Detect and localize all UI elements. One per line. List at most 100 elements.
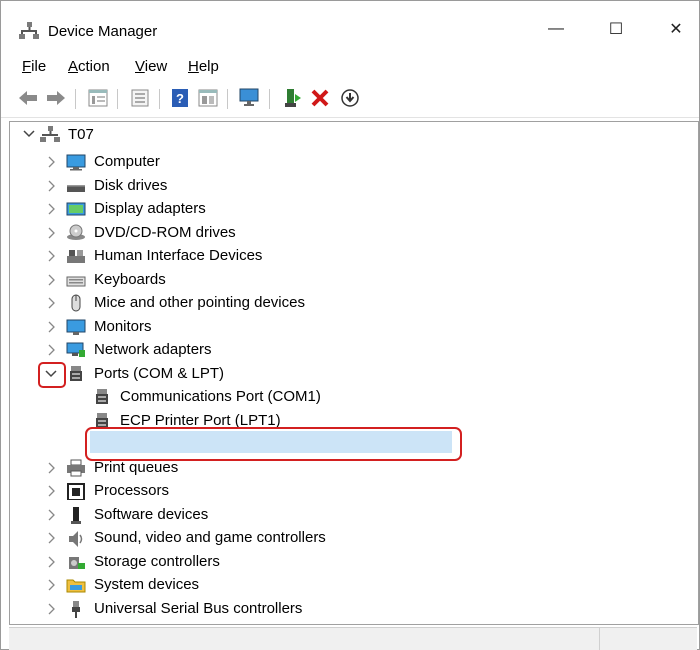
forward-arrow-icon: [47, 91, 65, 105]
scan-hardware-icon: [239, 88, 259, 106]
root-collapse-chevron-icon[interactable]: [22, 127, 36, 141]
tree-category-row[interactable]: Monitors: [10, 315, 690, 338]
tree-category-row[interactable]: Network adapters: [10, 338, 690, 361]
tree-category-row[interactable]: Software devices: [10, 503, 690, 526]
properties-button[interactable]: [129, 87, 151, 109]
mouse-icon: [71, 294, 81, 312]
tree-category-row[interactable]: Disk drives: [10, 174, 690, 197]
tree-category-label[interactable]: Ports (COM & LPT): [94, 365, 224, 382]
status-bar-divider: [599, 628, 600, 650]
tree-category-row[interactable]: System devices: [10, 573, 690, 596]
tree-category-row[interactable]: Storage controllers: [10, 550, 690, 573]
expand-chevron-icon[interactable]: [44, 202, 58, 216]
expand-chevron-icon[interactable]: [44, 461, 58, 475]
tree-category-label[interactable]: Software devices: [94, 506, 208, 523]
computer-icon: [66, 154, 86, 171]
update-driver-button[interactable]: [281, 87, 303, 109]
expand-chevron-icon[interactable]: [44, 179, 58, 193]
tree-device-row[interactable]: Communications Port (COM1): [10, 385, 690, 408]
expand-chevron-icon[interactable]: [44, 226, 58, 240]
toolbar: ?: [1, 85, 699, 115]
tree-category-label[interactable]: Disk drives: [94, 177, 167, 194]
toolbar-separator: [117, 89, 118, 109]
close-button[interactable]: ✕: [653, 11, 699, 47]
system-folder-icon: [66, 579, 86, 593]
port-icon: [96, 389, 108, 404]
tree-category-label[interactable]: Computer: [94, 153, 160, 170]
dvd-drive-icon: [67, 224, 85, 240]
tree-category-row[interactable]: Universal Serial Bus controllers: [10, 597, 690, 620]
toolbar-separator: [269, 89, 270, 109]
title-bar[interactable]: Device Manager — ☐ ✕: [1, 1, 699, 47]
device-manager-window: Device Manager — ☐ ✕ File Action View He…: [0, 0, 700, 650]
expand-chevron-icon[interactable]: [44, 155, 58, 169]
tree-category-row[interactable]: Sound, video and game controllers: [10, 526, 690, 549]
tree-category-label[interactable]: Sound, video and game controllers: [94, 529, 326, 546]
tree-category-label[interactable]: Display adapters: [94, 200, 206, 217]
tree-category-row[interactable]: Mice and other pointing devices: [10, 291, 690, 314]
expand-chevron-icon[interactable]: [44, 555, 58, 569]
tree-category-label[interactable]: DVD/CD-ROM drives: [94, 224, 236, 241]
tree-category-row[interactable]: Computer: [10, 150, 690, 173]
tree-device-label[interactable]: ECP Printer Port (LPT1): [120, 412, 281, 429]
tree-category-label[interactable]: Mice and other pointing devices: [94, 294, 305, 311]
uninstall-device-button[interactable]: [309, 87, 331, 109]
expand-chevron-icon[interactable]: [44, 343, 58, 357]
tree-category-label[interactable]: Network adapters: [94, 341, 212, 358]
menu-help[interactable]: Help: [188, 58, 219, 75]
expand-chevron-icon[interactable]: [44, 484, 58, 498]
tree-category-label[interactable]: Print queues: [94, 459, 178, 476]
expand-chevron-icon[interactable]: [44, 249, 58, 263]
menu-view[interactable]: View: [135, 58, 167, 75]
help-button[interactable]: ?: [169, 87, 191, 109]
expand-chevron-icon[interactable]: [44, 578, 58, 592]
expand-chevron-icon[interactable]: [44, 602, 58, 616]
tree-category-row[interactable]: DVD/CD-ROM drives: [10, 221, 690, 244]
usb-icon: [72, 600, 80, 618]
maximize-button[interactable]: ☐: [593, 11, 639, 47]
minimize-button[interactable]: —: [533, 11, 579, 47]
tree-category-label[interactable]: Keyboards: [94, 271, 166, 288]
selected-device-highlight: [85, 427, 462, 461]
expand-chevron-icon[interactable]: [44, 296, 58, 310]
expand-chevron-icon[interactable]: [44, 531, 58, 545]
expand-chevron-icon[interactable]: [44, 320, 58, 334]
tree-category-label[interactable]: Universal Serial Bus controllers: [94, 600, 302, 617]
status-bar: [9, 627, 697, 650]
storage-controller-icon: [69, 556, 85, 569]
tree-category-row[interactable]: Processors: [10, 479, 690, 502]
tree-category-row[interactable]: Ports (COM & LPT): [10, 362, 690, 385]
tree-category-row[interactable]: Display adapters: [10, 197, 690, 220]
action-view-button[interactable]: [197, 87, 219, 109]
device-tree[interactable]: T07 Computer Disk drives Display adapters D…: [9, 121, 699, 625]
tree-category-label[interactable]: Monitors: [94, 318, 152, 335]
ports-expand-highlight: [38, 362, 66, 388]
show-hidden-icon: [131, 89, 149, 107]
hid-icon: [67, 250, 85, 263]
tree-category-label[interactable]: Processors: [94, 482, 169, 499]
computer-tree-root-icon: [40, 126, 60, 142]
keyboard-icon: [66, 276, 86, 286]
tree-category-label[interactable]: Human Interface Devices: [94, 247, 262, 264]
tree-category-row[interactable]: Human Interface Devices: [10, 244, 690, 267]
tree-root-label[interactable]: T07: [68, 126, 94, 143]
show-hide-console-tree-button[interactable]: [87, 87, 109, 109]
menu-file[interactable]: File: [22, 58, 46, 75]
minimize-icon: —: [548, 20, 564, 37]
forward-button[interactable]: [45, 87, 67, 109]
tree-category-label[interactable]: System devices: [94, 576, 199, 593]
processor-icon: [67, 483, 85, 500]
back-button[interactable]: [17, 87, 39, 109]
printer-icon: [67, 459, 85, 476]
disable-device-button[interactable]: [339, 87, 361, 109]
tree-category-label[interactable]: Storage controllers: [94, 553, 220, 570]
tree-device-label[interactable]: Communications Port (COM1): [120, 388, 321, 405]
expand-chevron-icon[interactable]: [44, 508, 58, 522]
toolbar-divider: [1, 117, 699, 118]
expand-chevron-icon[interactable]: [44, 273, 58, 287]
maximize-icon: ☐: [608, 21, 624, 38]
window-title: Device Manager: [48, 23, 158, 40]
menu-action[interactable]: Action: [68, 58, 110, 75]
tree-category-row[interactable]: Keyboards: [10, 268, 690, 291]
scan-hardware-button[interactable]: [239, 87, 261, 109]
